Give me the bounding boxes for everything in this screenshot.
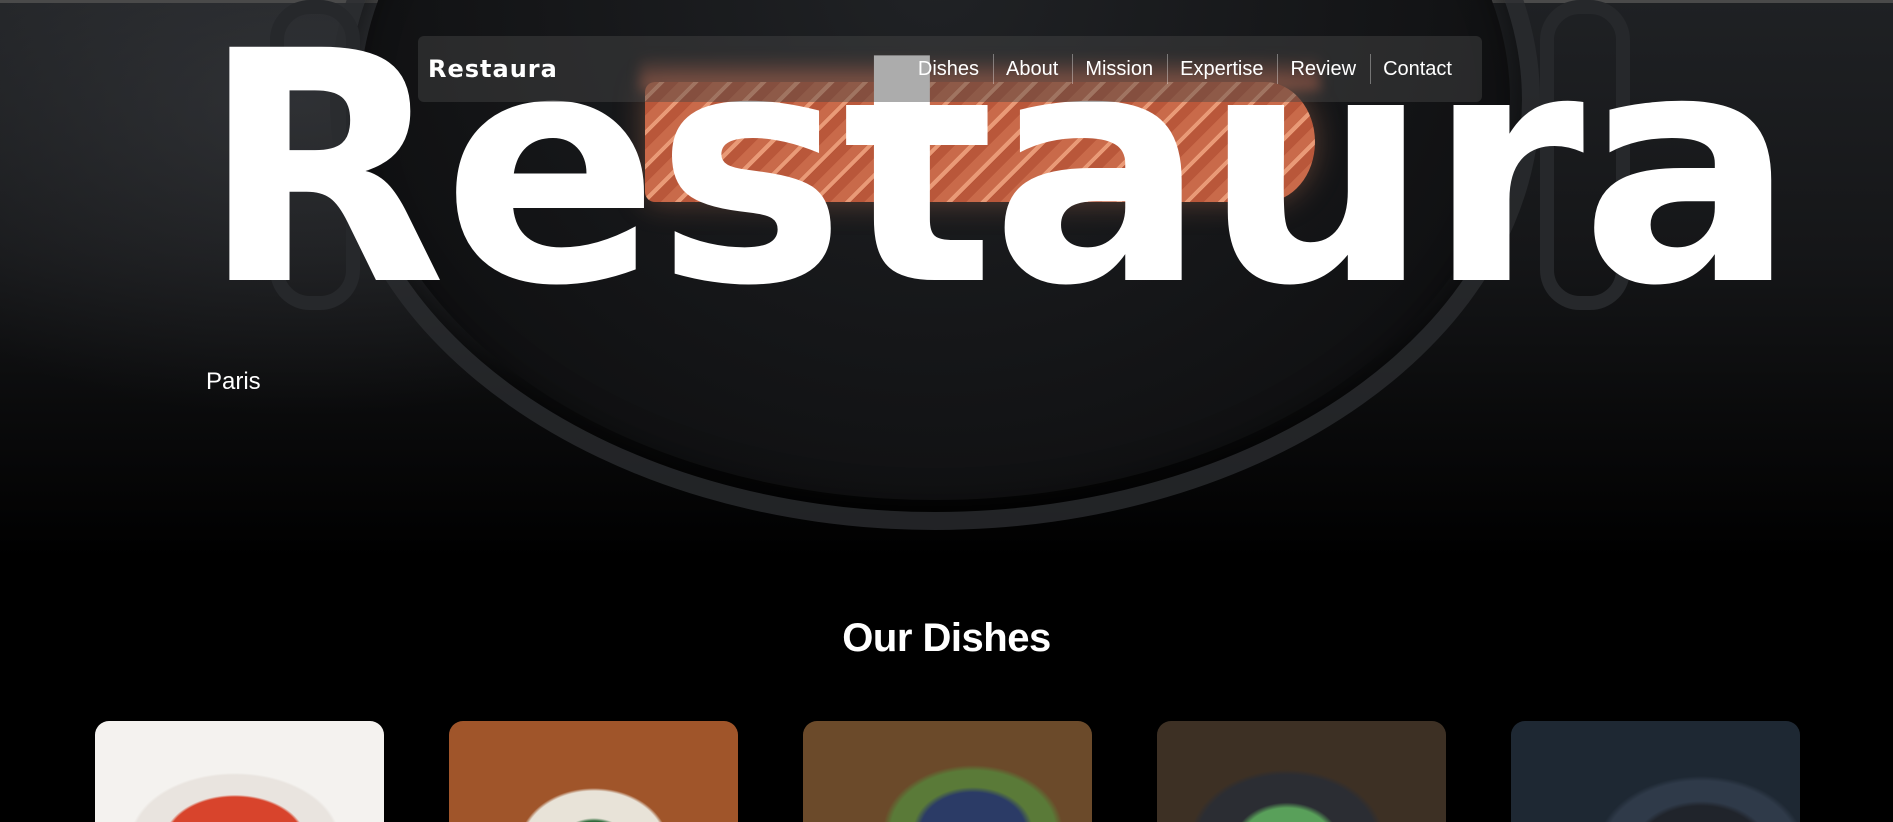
dish-card-noodle-bowl[interactable] [449, 721, 738, 822]
nav-review[interactable]: Review [1277, 54, 1370, 84]
nav-expertise[interactable]: Expertise [1167, 54, 1277, 84]
dish-card-egg-salad[interactable] [1157, 721, 1446, 822]
nav-dishes[interactable]: Dishes [906, 54, 993, 84]
section-title-dishes: Our Dishes [842, 616, 1051, 660]
main-nav: Dishes About Mission Expertise Review Co… [906, 36, 1466, 102]
nav-about[interactable]: About [993, 54, 1072, 84]
nav-contact[interactable]: Contact [1370, 54, 1466, 84]
nav-mission[interactable]: Mission [1072, 54, 1167, 84]
hero-subtitle: Paris [206, 368, 261, 395]
dish-card-chickpea-bowl[interactable] [803, 721, 1092, 822]
navbar: Restaura Dishes About Mission Expertise … [418, 36, 1482, 102]
dish-card-tomato-soup[interactable] [95, 721, 384, 822]
dish-card-blueberry-dessert[interactable] [1511, 721, 1800, 822]
logo[interactable]: Restaura [428, 55, 558, 83]
